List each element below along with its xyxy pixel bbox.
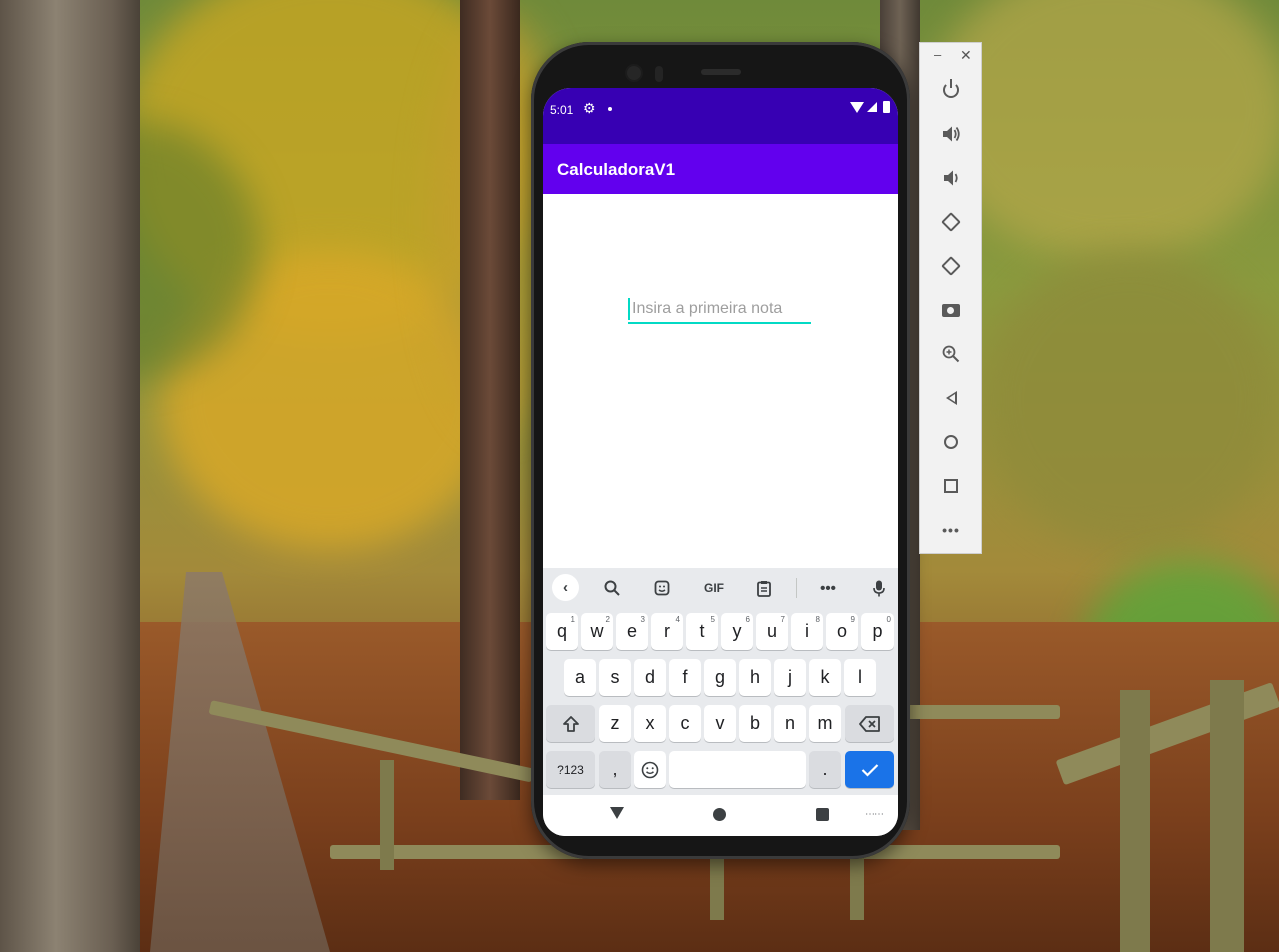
key-y[interactable]: y6: [721, 613, 753, 650]
status-time: 5:01: [550, 103, 574, 117]
wifi-icon: [850, 102, 864, 113]
front-camera: [627, 66, 641, 80]
backspace-icon: [858, 715, 880, 732]
cell-signal-icon: [867, 102, 877, 112]
backspace-key[interactable]: [845, 705, 894, 742]
zoom-icon: [942, 345, 960, 363]
space-key[interactable]: [669, 751, 806, 788]
home-circle-icon: [944, 435, 958, 449]
zoom-button[interactable]: [936, 339, 966, 369]
key-h[interactable]: h: [739, 659, 771, 696]
nav-recents-icon[interactable]: [816, 808, 829, 821]
key-d[interactable]: d: [634, 659, 666, 696]
rotate-left-button[interactable]: [936, 207, 966, 237]
back-triangle-icon: [945, 391, 957, 405]
key-j[interactable]: j: [774, 659, 806, 696]
battery-icon: [883, 101, 890, 113]
more-icon[interactable]: •••: [815, 576, 841, 600]
status-bar: 5:01 ⚙: [543, 88, 898, 144]
key-u[interactable]: u7: [756, 613, 788, 650]
key-p[interactable]: p0: [861, 613, 894, 650]
enter-key[interactable]: [845, 751, 894, 788]
key-w[interactable]: w2: [581, 613, 613, 650]
nav-back-icon[interactable]: [610, 807, 624, 819]
close-icon[interactable]: ✕: [960, 47, 972, 64]
key-k[interactable]: k: [809, 659, 841, 696]
nav-home-icon[interactable]: [713, 808, 726, 821]
text-cursor: [628, 298, 630, 320]
proximity-sensor: [655, 66, 663, 82]
back-button[interactable]: [936, 383, 966, 413]
phone-screen: 5:01 ⚙ CalculadoraV1 ‹ GIF •••: [543, 88, 898, 836]
key-o[interactable]: o9: [826, 613, 858, 650]
key-b[interactable]: b: [739, 705, 771, 742]
shift-key[interactable]: [546, 705, 595, 742]
keyboard-row-3: z x c v b n m: [543, 705, 898, 742]
rotate-right-button[interactable]: [936, 251, 966, 281]
search-icon[interactable]: [599, 576, 625, 600]
volume-up-icon: [943, 126, 960, 142]
emoji-icon: [641, 761, 659, 778]
overview-square-icon: [944, 479, 958, 493]
key-z[interactable]: z: [599, 705, 631, 742]
key-t[interactable]: t5: [686, 613, 718, 650]
power-button[interactable]: [936, 75, 966, 105]
key-m[interactable]: m: [809, 705, 841, 742]
gif-button[interactable]: GIF: [699, 576, 729, 600]
earpiece-speaker: [701, 69, 741, 75]
settings-gear-icon: ⚙: [583, 100, 596, 116]
period-key[interactable]: .: [809, 751, 841, 788]
key-n[interactable]: n: [774, 705, 806, 742]
rotate-left-icon: [941, 212, 961, 232]
clipboard-icon[interactable]: [751, 576, 777, 600]
symbols-key[interactable]: ?123: [546, 751, 595, 788]
rotate-right-icon: [941, 256, 961, 276]
notification-dot-icon: [608, 107, 612, 111]
checkmark-icon: [861, 763, 878, 777]
comma-key[interactable]: ,: [599, 751, 631, 788]
key-c[interactable]: c: [669, 705, 701, 742]
more-options-icon[interactable]: •••: [936, 515, 966, 545]
key-q[interactable]: q1: [546, 613, 578, 650]
key-i[interactable]: i8: [791, 613, 823, 650]
app-bar: CalculadoraV1: [543, 144, 898, 194]
emulator-toolbar: – ✕ •••: [919, 42, 982, 554]
keyboard-switch-icon[interactable]: ⋯⋯: [865, 809, 884, 820]
power-icon: [943, 79, 959, 98]
volume-down-icon: [944, 170, 958, 186]
keyboard-row-4: ?123 , .: [543, 751, 898, 788]
sticker-icon[interactable]: [649, 576, 675, 600]
key-f[interactable]: f: [669, 659, 701, 696]
volume-up-button[interactable]: [936, 119, 966, 149]
minimize-icon[interactable]: –: [934, 47, 941, 62]
screenshot-button[interactable]: [936, 295, 966, 325]
key-v[interactable]: v: [704, 705, 736, 742]
home-button[interactable]: [936, 427, 966, 457]
mic-icon[interactable]: [866, 576, 892, 600]
app-title: CalculadoraV1: [557, 160, 676, 179]
key-e[interactable]: e3: [616, 613, 648, 650]
back-arrow-icon[interactable]: ‹: [552, 574, 579, 601]
keyboard-row-1: q1 w2 e3 r4 t5 y6 u7 i8 o9 p0: [543, 613, 898, 650]
emoji-key[interactable]: [634, 751, 666, 788]
key-x[interactable]: x: [634, 705, 666, 742]
camera-icon: [942, 303, 960, 317]
key-a[interactable]: a: [564, 659, 596, 696]
key-l[interactable]: l: [844, 659, 876, 696]
system-nav-bar: ⋯⋯: [543, 795, 898, 836]
overview-button[interactable]: [936, 471, 966, 501]
key-r[interactable]: r4: [651, 613, 683, 650]
keyboard-row-2: a s d f g h j k l: [543, 659, 898, 696]
key-s[interactable]: s: [599, 659, 631, 696]
shift-arrow-icon: [562, 715, 579, 732]
key-g[interactable]: g: [704, 659, 736, 696]
first-grade-input[interactable]: [628, 296, 811, 322]
first-grade-field[interactable]: [628, 296, 811, 324]
soft-keyboard: ‹ GIF ••• q1 w2 e3 r4 t5 y6 u7 i 8 o 9 p…: [543, 568, 898, 795]
keyboard-toolbar: ‹ GIF •••: [543, 568, 898, 608]
toolbar-divider: [796, 578, 797, 598]
volume-down-button[interactable]: [936, 163, 966, 193]
